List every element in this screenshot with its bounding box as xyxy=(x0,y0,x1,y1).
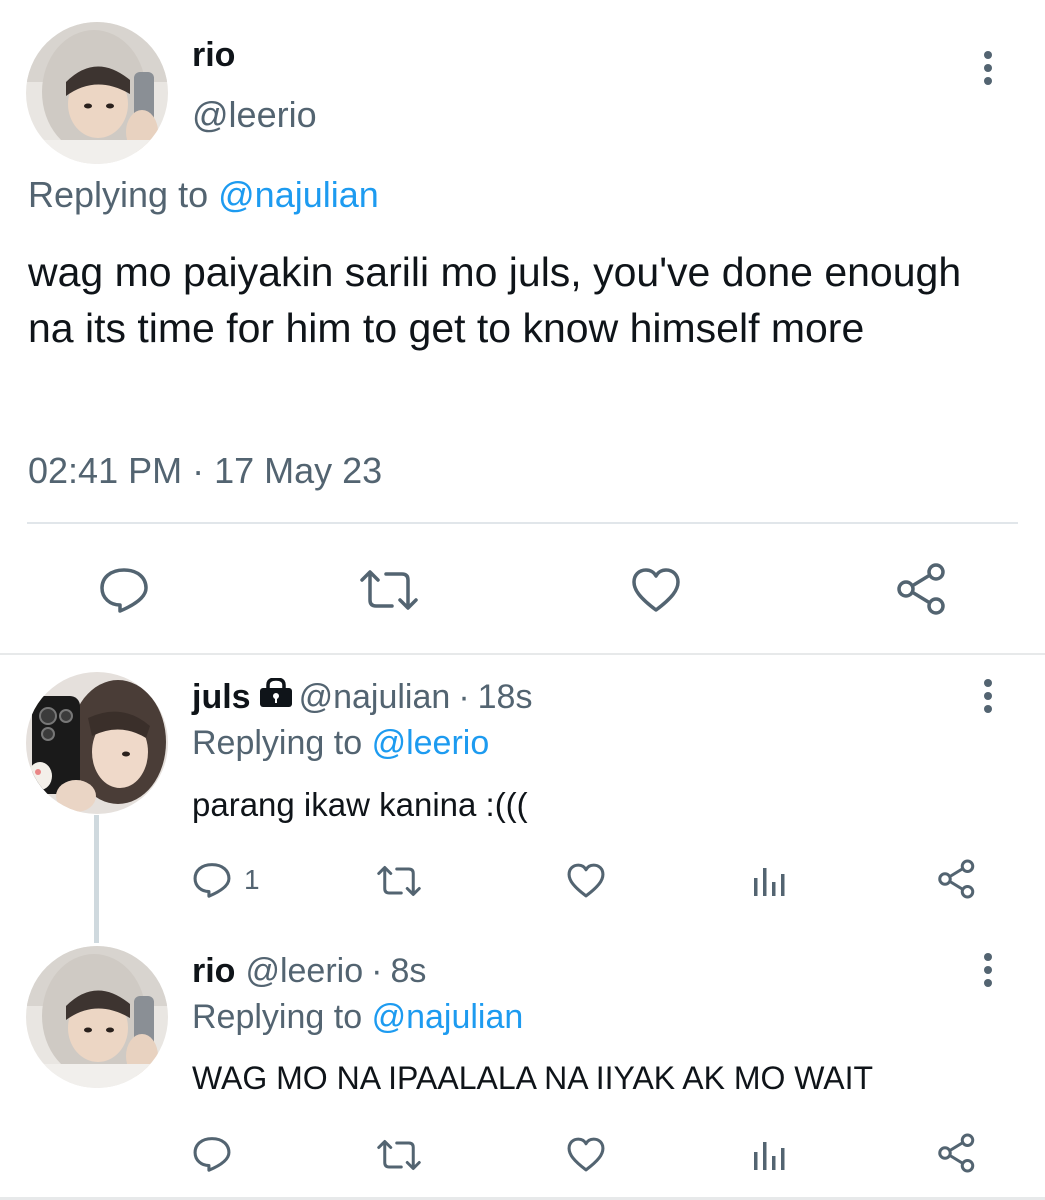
replying-to: Replying to @najulian xyxy=(192,998,523,1037)
lock-icon xyxy=(259,677,293,717)
post-age[interactable]: 18s xyxy=(478,678,533,717)
share-icon[interactable] xyxy=(894,562,950,616)
analytics-icon[interactable] xyxy=(752,1138,788,1172)
share-icon[interactable] xyxy=(936,1132,978,1174)
reply-icon[interactable] xyxy=(98,566,150,614)
replying-to-handle[interactable]: @leerio xyxy=(372,724,490,762)
share-icon[interactable] xyxy=(936,858,978,900)
divider xyxy=(27,522,1018,524)
divider xyxy=(0,653,1045,655)
replying-to-label: Replying to xyxy=(192,724,363,762)
reply-count: 1 xyxy=(244,864,260,895)
post-age[interactable]: 8s xyxy=(390,952,426,991)
avatar[interactable] xyxy=(26,22,168,164)
like-icon[interactable] xyxy=(566,1136,606,1173)
like-icon[interactable] xyxy=(566,862,606,899)
more-options-icon[interactable] xyxy=(973,676,1003,716)
replying-to: Replying to @leerio xyxy=(192,724,489,763)
thread-connector xyxy=(94,815,99,943)
author-name[interactable]: rio xyxy=(192,36,235,75)
more-options-icon[interactable] xyxy=(973,950,1003,990)
tweet-text: parang ikaw kanina :((( xyxy=(192,786,528,823)
author-handle[interactable]: @leerio xyxy=(192,94,317,136)
avatar[interactable] xyxy=(26,946,168,1088)
author-handle[interactable]: @najulian xyxy=(299,678,451,717)
author-name[interactable]: rio xyxy=(192,952,235,991)
replying-to-label: Replying to xyxy=(192,998,363,1036)
avatar[interactable] xyxy=(26,672,168,814)
tweet-text: wag mo paiyakin sarili mo juls, you've d… xyxy=(28,249,962,351)
retweet-icon[interactable] xyxy=(375,1137,423,1173)
like-icon[interactable] xyxy=(630,566,682,614)
reply-header: rio @leerio · 8s xyxy=(192,952,426,991)
meta-separator: · xyxy=(458,678,470,716)
replying-to-handle[interactable]: @najulian xyxy=(372,998,524,1036)
author-handle[interactable]: @leerio xyxy=(245,952,363,991)
meta-separator: · xyxy=(371,952,383,990)
more-options-icon[interactable] xyxy=(973,48,1003,88)
tweet-text: WAG MO NA IPAALALA NA IIYAK AK MO WAIT xyxy=(192,1060,874,1096)
reply-icon[interactable] xyxy=(192,861,232,899)
reply-header: juls @najulian · 18s xyxy=(192,677,533,717)
reply-icon[interactable] xyxy=(192,1135,232,1173)
main-tweet: rio @leerio Replying to @najulian wag mo… xyxy=(0,0,1045,655)
analytics-icon[interactable] xyxy=(752,864,788,898)
retweet-icon[interactable] xyxy=(358,566,420,614)
replying-to-handle[interactable]: @najulian xyxy=(218,174,379,215)
retweet-icon[interactable] xyxy=(375,863,423,899)
replying-to: Replying to @najulian xyxy=(28,174,379,216)
tweet-timestamp[interactable]: 02:41 PM · 17 May 23 xyxy=(28,450,382,492)
author-name[interactable]: juls xyxy=(192,678,251,717)
replying-to-label: Replying to xyxy=(28,174,209,215)
